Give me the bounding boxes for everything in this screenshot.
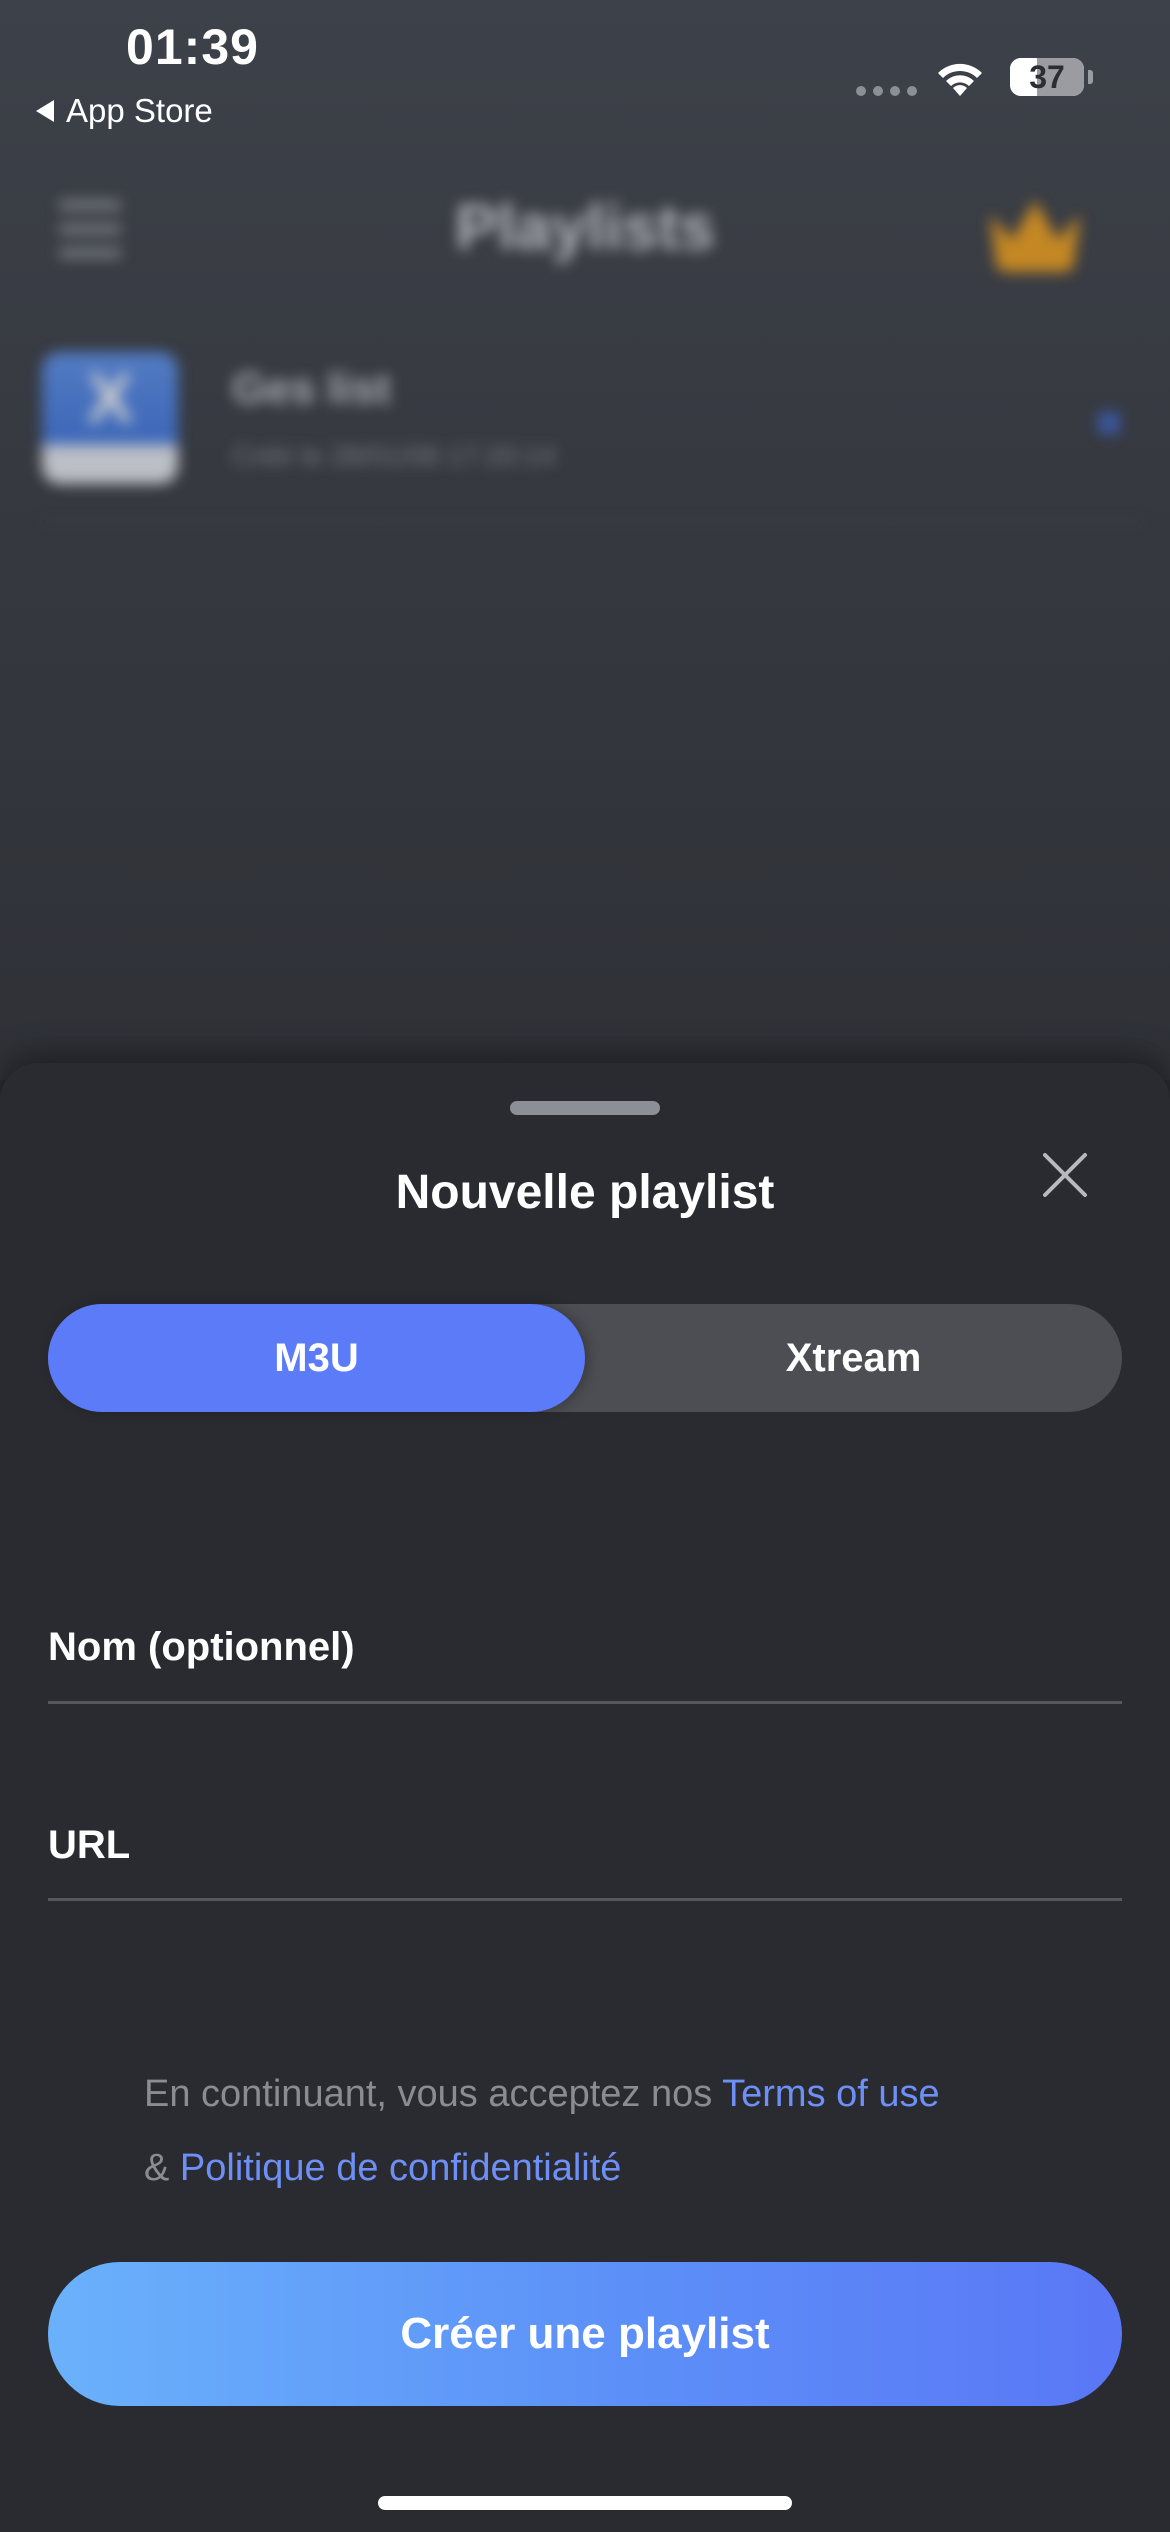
close-button[interactable]	[1035, 1145, 1095, 1205]
create-playlist-button[interactable]: Créer une playlist	[48, 2262, 1122, 2406]
url-field-label: URL	[48, 1823, 131, 1867]
privacy-policy-link[interactable]: Politique de confidentialité	[180, 2147, 622, 2189]
terms-of-use-link[interactable]: Terms of use	[722, 2073, 940, 2115]
battery-cap	[1088, 70, 1093, 84]
segment-m3u[interactable]: M3U	[48, 1304, 585, 1412]
battery-icon: 37	[1010, 58, 1084, 96]
name-field-label: Nom (optionnel)	[48, 1625, 355, 1669]
playlist-type-segmented-control: Xtream M3U	[48, 1304, 1122, 1412]
legal-joiner: &	[144, 2147, 180, 2189]
sheet-title: Nouvelle playlist	[395, 1166, 775, 1219]
segment-xtream[interactable]: Xtream	[585, 1304, 1122, 1412]
list-divider	[42, 520, 1142, 522]
sheet-grabber[interactable]	[510, 1101, 660, 1115]
playlist-thumbnail-letter: X	[86, 359, 134, 437]
legal-prefix: En continuant, vous acceptez nos	[144, 2073, 723, 2115]
back-label: App Store	[66, 92, 213, 129]
battery-level: 37	[1029, 58, 1065, 95]
background-playlist-item: X Ges list Créé le 28/01/08 17:20:14	[42, 352, 1142, 492]
playlist-name: Ges list	[232, 364, 391, 413]
status-time: 01:39	[126, 19, 259, 75]
playlist-subtitle: Créé le 28/01/08 17:20:14	[232, 440, 556, 471]
url-input[interactable]	[48, 1803, 1122, 1893]
name-field-underline	[48, 1701, 1122, 1704]
url-field: URL	[48, 1803, 1122, 1903]
screen: Playlists X Ges list Créé le 28/01/08 17…	[0, 0, 1170, 2532]
back-to-app-store[interactable]: App Store	[36, 92, 213, 130]
background-app: Playlists X Ges list Créé le 28/01/08 17…	[0, 0, 1170, 1080]
name-field: Nom (optionnel)	[48, 1605, 1122, 1705]
close-icon	[1043, 1153, 1087, 1197]
url-field-underline	[48, 1898, 1122, 1901]
new-playlist-sheet: Nouvelle playlist Xtream M3U Nom (option…	[0, 1063, 1170, 2532]
wifi-icon	[938, 63, 982, 96]
legal-notice: En continuant, vous acceptez nos Terms o…	[144, 2057, 1044, 2205]
home-indicator	[378, 2496, 792, 2510]
back-arrow-icon	[36, 100, 54, 122]
chevron-right-icon	[1098, 412, 1120, 434]
cellular-signal-icon	[856, 86, 917, 96]
